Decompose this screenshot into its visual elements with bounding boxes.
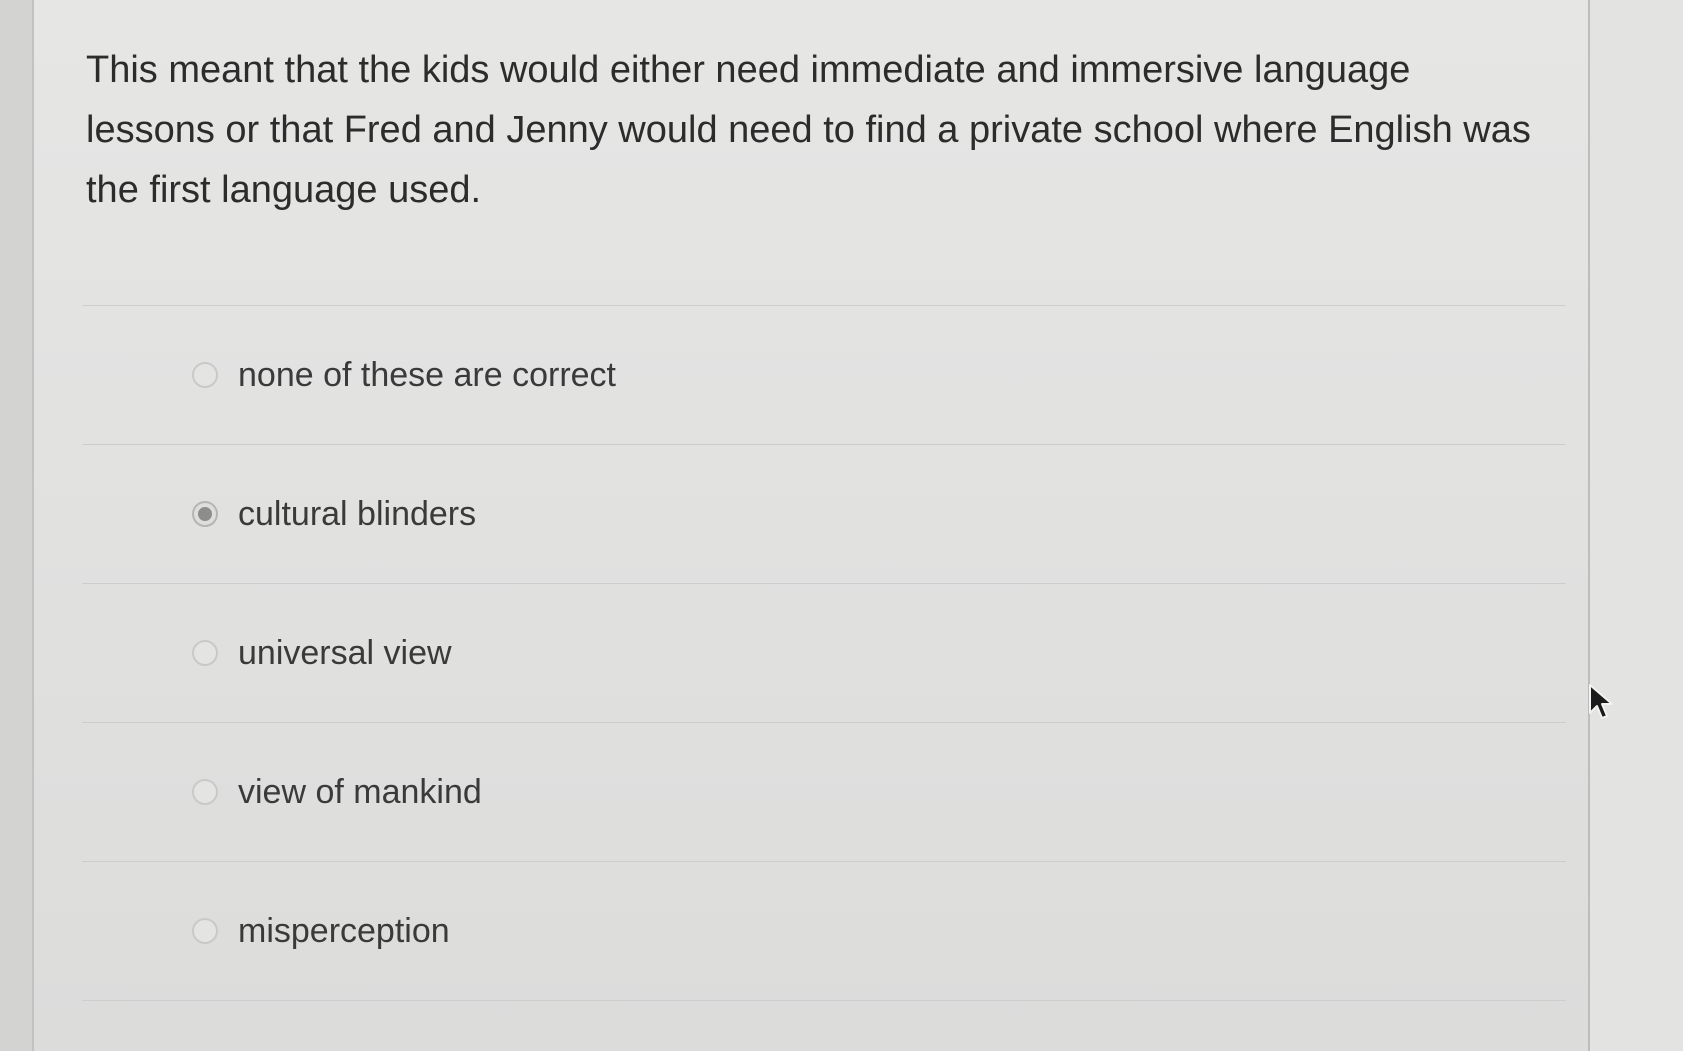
answer-option-cultural-blinders[interactable]: cultural blinders [82,445,1566,584]
answer-option-none-of-these[interactable]: none of these are correct [82,306,1566,445]
question-panel: This meant that the kids would either ne… [34,0,1590,1051]
question-text: This meant that the kids would either ne… [86,49,1531,211]
answer-option-label: view of mankind [238,772,482,811]
answer-option-label: misperception [238,911,450,950]
screen: This meant that the kids would either ne… [0,0,1683,1051]
mouse-pointer-icon [1589,684,1613,719]
radio-button-icon[interactable] [192,362,218,388]
answer-option-label: universal view [238,633,452,672]
answer-option-misperception[interactable]: misperception [82,862,1566,1001]
radio-button-checked-icon[interactable] [192,501,218,527]
radio-button-icon[interactable] [192,640,218,666]
right-margin [1590,0,1683,1051]
radio-button-icon[interactable] [192,779,218,805]
answer-option-view-of-mankind[interactable]: view of mankind [82,723,1566,862]
answer-option-label: cultural blinders [238,494,477,533]
answer-options: none of these are correct cultural blind… [82,305,1566,1001]
left-page-edge [0,0,34,1051]
radio-button-icon[interactable] [192,918,218,944]
answer-option-label: none of these are correct [238,355,617,394]
answer-option-universal-view[interactable]: universal view [82,584,1566,723]
